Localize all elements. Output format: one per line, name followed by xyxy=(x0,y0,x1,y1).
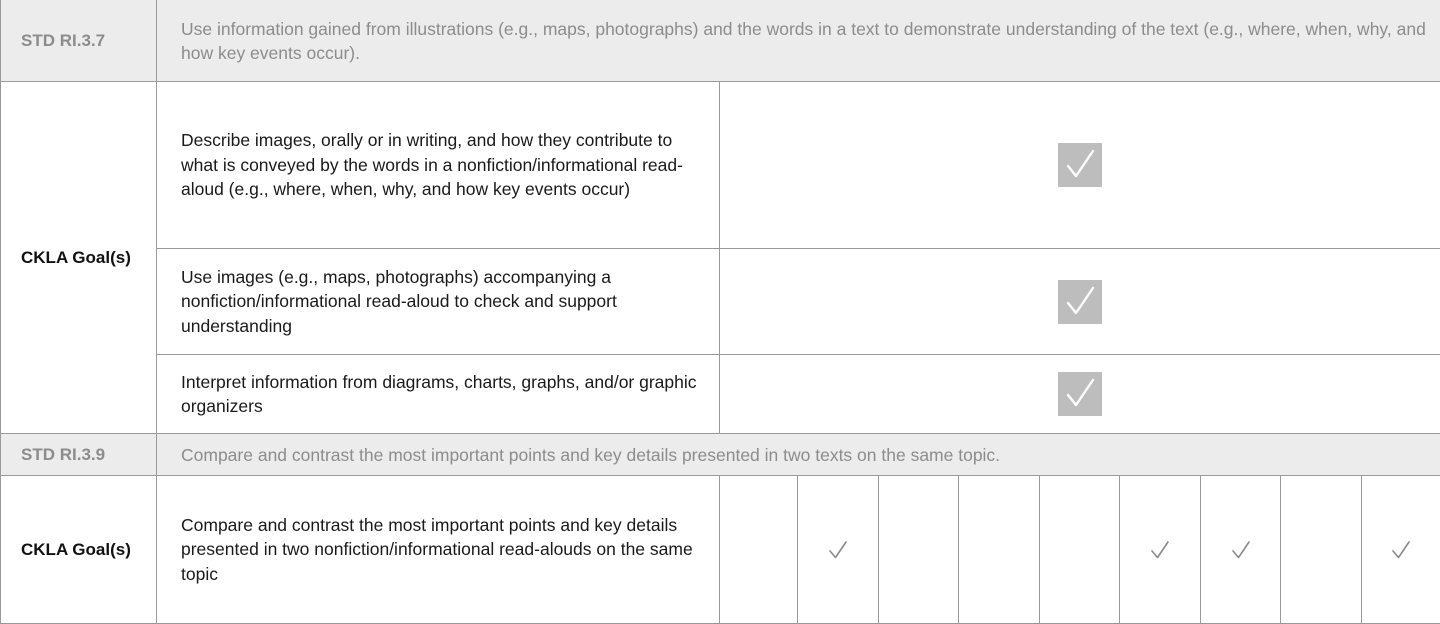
checkmark-icon xyxy=(1149,539,1171,561)
standard-label: STD RI.3.9 xyxy=(1,434,157,476)
checkmark-icon xyxy=(1390,539,1412,561)
standard-row: STD RI.3.9 Compare and contrast the most… xyxy=(1,434,1440,476)
standard-label: STD RI.3.7 xyxy=(1,0,157,82)
lesson-check-cell xyxy=(1281,476,1362,624)
standard-text: Use information gained from illustration… xyxy=(157,0,1440,82)
goal-text: Compare and contrast the most important … xyxy=(157,476,720,624)
checkmark-icon xyxy=(1230,539,1252,561)
goal-row: CKLA Goal(s) Describe images, orally or … xyxy=(1,82,1440,249)
goal-check-cell xyxy=(720,249,1440,355)
lesson-check-cell xyxy=(1040,476,1120,624)
standards-table: STD RI.3.7 Use information gained from i… xyxy=(0,0,1440,624)
goal-row: Use images (e.g., maps, photographs) acc… xyxy=(1,249,1440,355)
lesson-check-cell xyxy=(959,476,1040,624)
goal-text: Describe images, orally or in writing, a… xyxy=(157,82,720,249)
lesson-check-cell xyxy=(798,476,879,624)
standard-row: STD RI.3.7 Use information gained from i… xyxy=(1,0,1440,82)
goal-text: Interpret information from diagrams, cha… xyxy=(157,355,720,434)
checkmark-icon xyxy=(1058,143,1102,187)
checkmark-icon xyxy=(1058,280,1102,324)
alignment-chart: STD RI.3.7 Use information gained from i… xyxy=(0,0,1440,622)
goal-row: Interpret information from diagrams, cha… xyxy=(1,355,1440,434)
checkmark-icon xyxy=(827,539,849,561)
lesson-check-cell xyxy=(720,476,798,624)
lesson-check-cell xyxy=(1120,476,1201,624)
lesson-check-cell xyxy=(879,476,959,624)
goal-check-cell xyxy=(720,82,1440,249)
goals-label: CKLA Goal(s) xyxy=(1,476,157,624)
goals-label: CKLA Goal(s) xyxy=(1,82,157,434)
standard-text: Compare and contrast the most important … xyxy=(157,434,1440,476)
lesson-check-cell xyxy=(1362,476,1440,624)
goal-check-cell xyxy=(720,355,1440,434)
goal-text: Use images (e.g., maps, photographs) acc… xyxy=(157,249,720,355)
goal-row: CKLA Goal(s) Compare and contrast the mo… xyxy=(1,476,1440,624)
checkmark-icon xyxy=(1058,372,1102,416)
lesson-check-cell xyxy=(1201,476,1281,624)
